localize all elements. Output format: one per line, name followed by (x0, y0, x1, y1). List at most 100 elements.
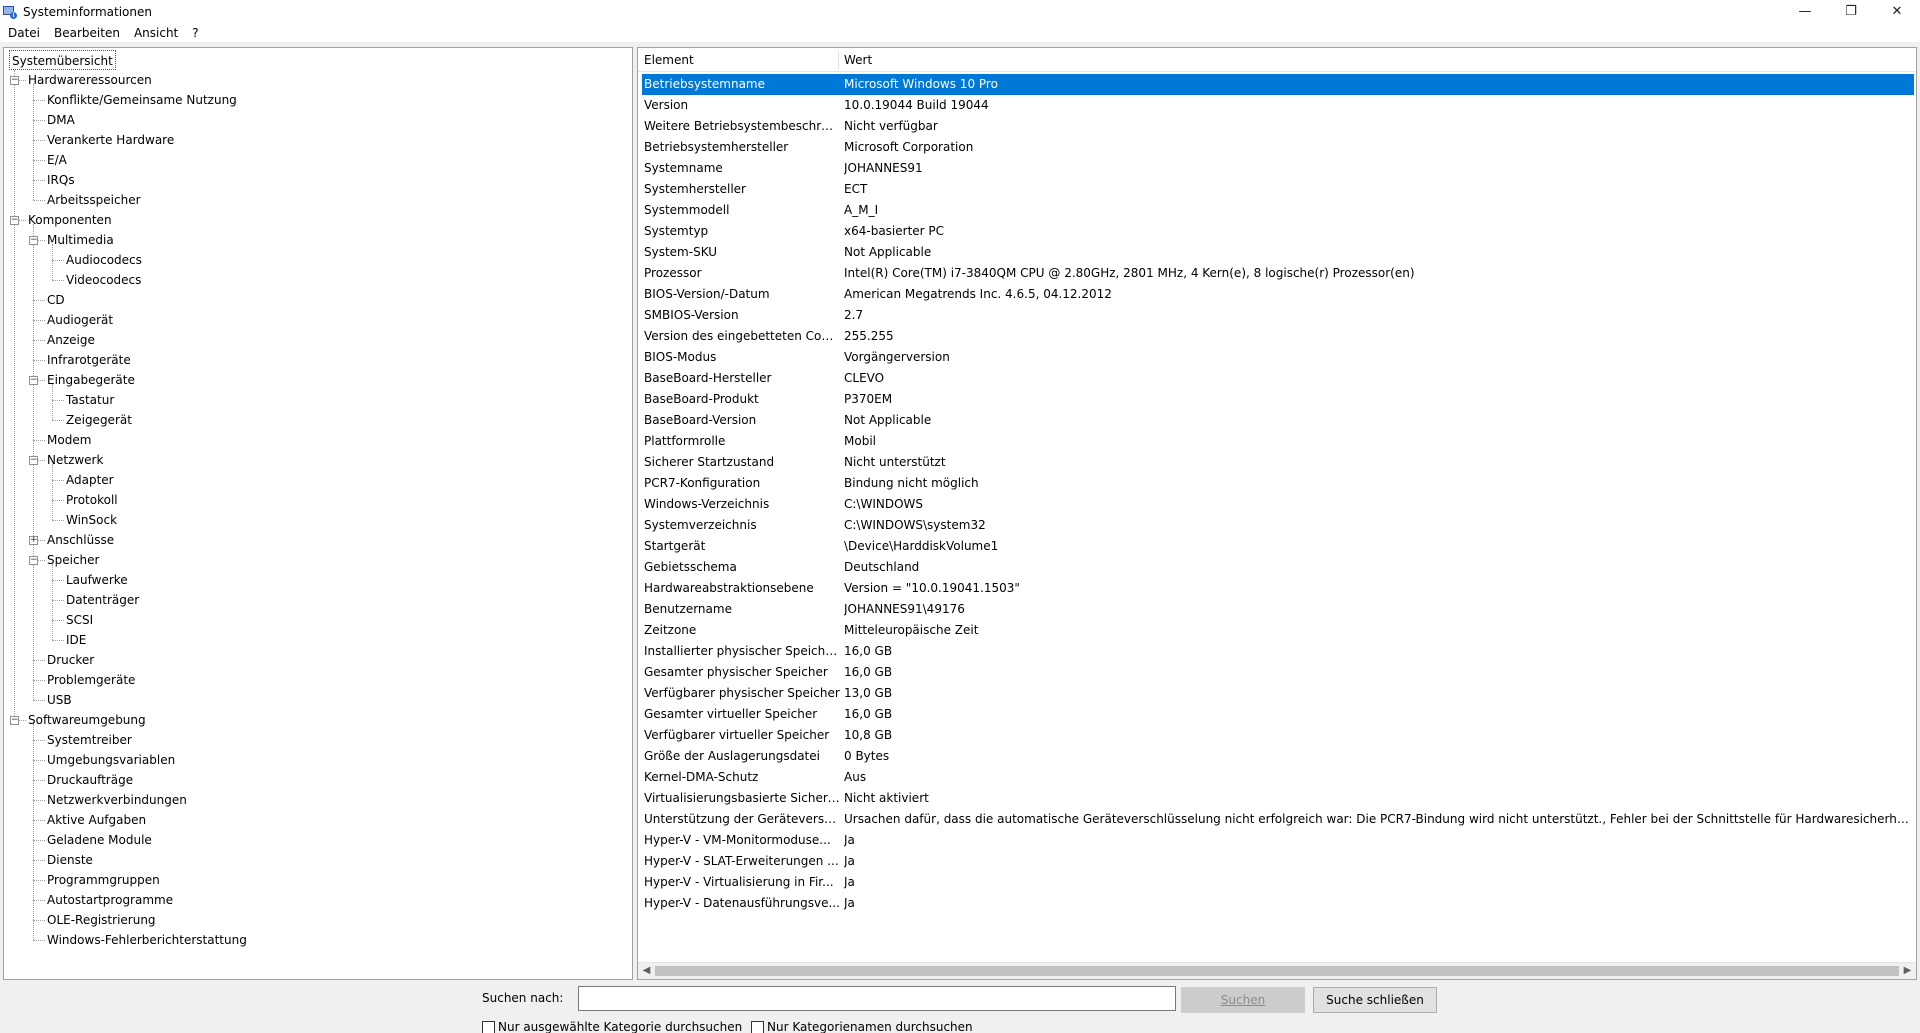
tree-item-usb[interactable]: USB (47, 690, 72, 710)
menu-bearbeiten[interactable]: Bearbeiten (50, 26, 124, 40)
tree-item-e-a[interactable]: E/A (47, 150, 67, 170)
tree-item-netzwerkverbindungen[interactable]: Netzwerkverbindungen (47, 790, 187, 810)
scroll-right-icon[interactable]: ▶ (1899, 963, 1916, 979)
close-window-button[interactable]: ✕ (1874, 0, 1920, 23)
tree-item-hardwareressourcen[interactable]: Hardwareressourcen (28, 70, 152, 90)
tree-item-dienste[interactable]: Dienste (47, 850, 93, 870)
table-row[interactable]: Sicherer Startzustand Nicht unterstützt (642, 452, 1914, 473)
close-search-button[interactable]: Suche schließen (1313, 987, 1437, 1013)
menu-datei[interactable]: Datei (4, 26, 44, 40)
details-list[interactable]: Element Wert Betriebsystemname Microsoft … (637, 47, 1917, 980)
tree-item-ide[interactable]: IDE (66, 630, 86, 650)
table-row[interactable]: PCR7-Konfiguration Bindung nicht möglich (642, 473, 1914, 494)
table-row[interactable]: BaseBoard-Produkt P370EM (642, 389, 1914, 410)
table-row[interactable]: Systemhersteller ECT (642, 179, 1914, 200)
table-row[interactable]: Hyper-V - VM-Monitormoduse... Ja (642, 830, 1914, 851)
tree-item-speicher[interactable]: Speicher (47, 550, 99, 570)
tree-item-anschlusse[interactable]: Anschlüsse (47, 530, 114, 550)
table-row[interactable]: Verfügbarer physischer Speicher 13,0 GB (642, 683, 1914, 704)
tree-item-laufwerke[interactable]: Laufwerke (66, 570, 128, 590)
menu-ansicht[interactable]: Ansicht (130, 26, 182, 40)
table-row[interactable]: Version 10.0.19044 Build 19044 (642, 95, 1914, 116)
collapse-icon[interactable]: − (29, 236, 38, 245)
table-row[interactable]: Gebietsschema Deutschland (642, 557, 1914, 578)
tree-item-multimedia[interactable]: Multimedia (47, 230, 114, 250)
tree-item-irqs[interactable]: IRQs (47, 170, 75, 190)
tree-item-problemgerate[interactable]: Problemgeräte (47, 670, 135, 690)
table-row[interactable]: BIOS-Version/-Datum American Megatrends I… (642, 284, 1914, 305)
scroll-left-icon[interactable]: ◀ (638, 963, 655, 979)
tree-item-konflikte-gemeinsame-nutzung[interactable]: Konflikte/Gemeinsame Nutzung (47, 90, 237, 110)
table-row[interactable]: Plattformrolle Mobil (642, 431, 1914, 452)
tree-item-winsock[interactable]: WinSock (66, 510, 117, 530)
tree-item-umgebungsvariablen[interactable]: Umgebungsvariablen (47, 750, 175, 770)
expand-icon[interactable]: + (29, 536, 38, 545)
tree-item-protokoll[interactable]: Protokoll (66, 490, 118, 510)
minimize-button[interactable]: — (1782, 0, 1828, 23)
collapse-icon[interactable]: − (10, 216, 19, 225)
tree-item-audiogerat[interactable]: Audiogerät (47, 310, 113, 330)
tree-item-windows-fehlerberichterstattung[interactable]: Windows-Fehlerberichterstattung (47, 930, 247, 950)
tree-item-aktive-aufgaben[interactable]: Aktive Aufgaben (47, 810, 146, 830)
table-row[interactable]: Gesamter virtueller Speicher 16,0 GB (642, 704, 1914, 725)
tree-item-dma[interactable]: DMA (47, 110, 75, 130)
collapse-icon[interactable]: − (10, 716, 19, 725)
tree-item-audiocodecs[interactable]: Audiocodecs (66, 250, 142, 270)
table-row[interactable]: Größe der Auslagerungsdatei 0 Bytes (642, 746, 1914, 767)
table-row[interactable]: Windows-Verzeichnis C:\WINDOWS (642, 494, 1914, 515)
search-input[interactable] (578, 986, 1176, 1011)
tree-item-systemuebersicht[interactable]: Systemübersicht (9, 50, 116, 70)
column-header-wert[interactable]: Wert (838, 48, 1138, 72)
tree-item-netzwerk[interactable]: Netzwerk (47, 450, 103, 470)
tree-item-komponenten[interactable]: Komponenten (28, 210, 112, 230)
table-row[interactable]: System-SKU Not Applicable (642, 242, 1914, 263)
tree-item-infrarotgerate[interactable]: Infrarotgeräte (47, 350, 131, 370)
collapse-icon[interactable]: − (29, 456, 38, 465)
table-row[interactable]: Systemmodell A_M_I (642, 200, 1914, 221)
table-row[interactable]: Hyper-V - Datenausführungsve... Ja (642, 893, 1914, 914)
tree-item-geladene-module[interactable]: Geladene Module (47, 830, 152, 850)
tree-item-softwareumgebung[interactable]: Softwareumgebung (28, 710, 146, 730)
tree-item-modem[interactable]: Modem (47, 430, 91, 450)
tree-item-arbeitsspeicher[interactable]: Arbeitsspeicher (47, 190, 141, 210)
table-row[interactable]: BaseBoard-Hersteller CLEVO (642, 368, 1914, 389)
column-header-element[interactable]: Element (638, 48, 838, 72)
table-row[interactable]: Verfügbarer virtueller Speicher 10,8 GB (642, 725, 1914, 746)
tree-item-eingabegerate[interactable]: Eingabegeräte (47, 370, 135, 390)
table-row[interactable]: Betriebsystemname Microsoft Windows 10 Pr… (642, 74, 1914, 95)
table-row[interactable]: Hardwareabstraktionsebene Version = "10.0… (642, 578, 1914, 599)
table-row[interactable]: Unterstützung der Geräteversc... Ursachen… (642, 809, 1914, 830)
table-row[interactable]: BaseBoard-Version Not Applicable (642, 410, 1914, 431)
restore-button[interactable]: ❐ (1828, 0, 1874, 23)
menu-help[interactable]: ? (188, 26, 202, 40)
checkbox-box[interactable] (751, 1020, 764, 1033)
tree-item-druckauftrage[interactable]: Druckaufträge (47, 770, 133, 790)
checkbox-selected-category[interactable]: Nur ausgewählte Kategorie durchsuchen (482, 1019, 742, 1033)
collapse-icon[interactable]: − (10, 76, 19, 85)
table-row[interactable]: Systemname JOHANNES91 (642, 158, 1914, 179)
tree-item-tastatur[interactable]: Tastatur (66, 390, 114, 410)
tree-item-anzeige[interactable]: Anzeige (47, 330, 95, 350)
collapse-icon[interactable]: − (29, 556, 38, 565)
tree-item-autostartprogramme[interactable]: Autostartprogramme (47, 890, 173, 910)
table-row[interactable]: Hyper-V - SLAT-Erweiterungen ... Ja (642, 851, 1914, 872)
tree-item-ole-registrierung[interactable]: OLE-Registrierung (47, 910, 156, 930)
tree-item-adapter[interactable]: Adapter (66, 470, 114, 490)
table-row[interactable]: Prozessor Intel(R) Core(TM) i7-3840QM CPU… (642, 263, 1914, 284)
tree-item-scsi[interactable]: SCSI (66, 610, 93, 630)
table-row[interactable]: SMBIOS-Version 2.7 (642, 305, 1914, 326)
table-row[interactable]: Startgerät \Device\HarddiskVolume1 (642, 536, 1914, 557)
table-row[interactable]: Systemtyp x64-basierter PC (642, 221, 1914, 242)
checkbox-category-names[interactable]: Nur Kategorienamen durchsuchen (751, 1019, 973, 1033)
table-row[interactable]: Gesamter physischer Speicher 16,0 GB (642, 662, 1914, 683)
table-row[interactable]: BIOS-Modus Vorgängerversion (642, 347, 1914, 368)
table-row[interactable]: Weitere Betriebsystembeschrei... Nicht ve… (642, 116, 1914, 137)
table-row[interactable]: Betriebsystemhersteller Microsoft Corpora… (642, 137, 1914, 158)
table-row[interactable]: Benutzername JOHANNES91\49176 (642, 599, 1914, 620)
tree-item-verankerte-hardware[interactable]: Verankerte Hardware (47, 130, 174, 150)
tree-item-programmgruppen[interactable]: Programmgruppen (47, 870, 160, 890)
tree-item-zeigegerat[interactable]: Zeigegerät (66, 410, 132, 430)
tree-item-videocodecs[interactable]: Videocodecs (66, 270, 141, 290)
table-row[interactable]: Kernel-DMA-Schutz Aus (642, 767, 1914, 788)
table-row[interactable]: Installierter physischer Speicher... 16,0… (642, 641, 1914, 662)
